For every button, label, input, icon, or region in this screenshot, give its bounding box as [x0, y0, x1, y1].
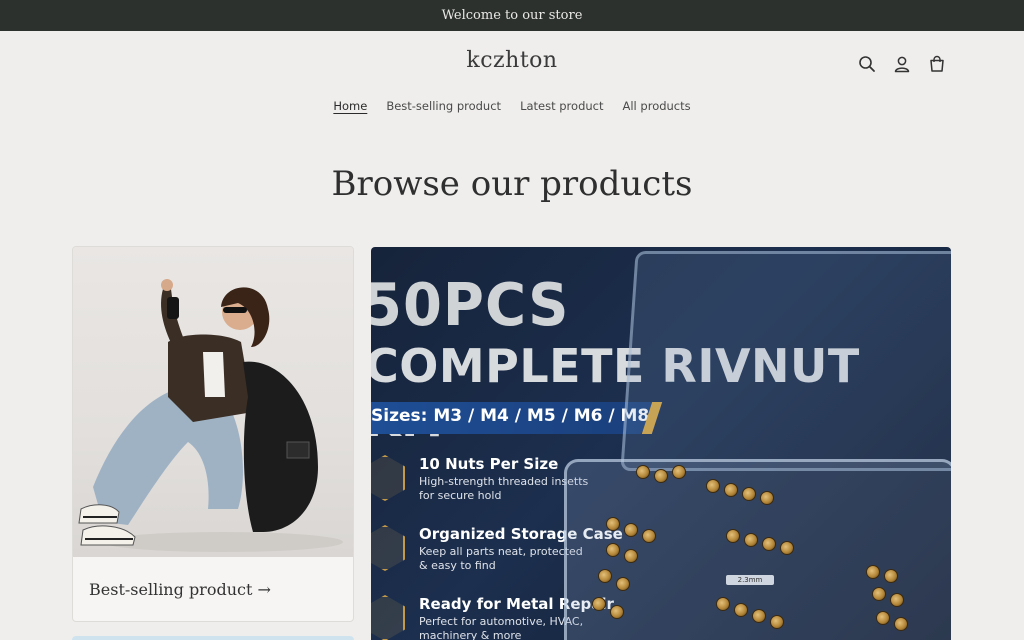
- banner-headline-count: 50PCS: [371, 271, 570, 340]
- rivnut: [610, 605, 624, 619]
- shield-icon: [371, 595, 405, 640]
- announcement-bar: Welcome to our store: [0, 0, 1024, 31]
- rivnut: [726, 529, 740, 543]
- rivnut: [744, 533, 758, 547]
- rivnut: [624, 549, 638, 563]
- collection-photo: [73, 247, 353, 557]
- rivnut: [606, 517, 620, 531]
- rivnut: [672, 465, 686, 479]
- rivnut: [770, 615, 784, 629]
- rivnut: [890, 593, 904, 607]
- nav-item-all-products[interactable]: All products: [623, 99, 691, 113]
- rivnut: [876, 611, 890, 625]
- nav-item-home[interactable]: Home: [333, 99, 367, 113]
- rivnut: [742, 487, 756, 501]
- rivnut: [642, 529, 656, 543]
- product-banner[interactable]: 50PCS COMPLETE RIVNUT KIT Sizes: M3 / M4…: [371, 247, 951, 640]
- rivnut: [654, 469, 668, 483]
- rivnut: [706, 479, 720, 493]
- rivnut: [616, 577, 630, 591]
- collection-card-label[interactable]: Best-selling product →: [89, 580, 271, 599]
- feature-title: 10 Nuts Per Size: [419, 455, 559, 473]
- rivnut: [752, 609, 766, 623]
- rivnut: [598, 569, 612, 583]
- rivnut: [780, 541, 794, 555]
- nav-item-best-selling[interactable]: Best-selling product: [386, 99, 501, 113]
- header-icons: [856, 53, 948, 75]
- rivnut: [762, 537, 776, 551]
- case-size-label: 2.3mm: [726, 575, 774, 585]
- search-icon[interactable]: [856, 53, 878, 75]
- cart-icon[interactable]: [926, 53, 948, 75]
- nav-item-latest[interactable]: Latest product: [520, 99, 603, 113]
- rivnut-case-image: 2.3mm: [564, 247, 951, 640]
- case-icon: [371, 525, 405, 571]
- rivnut: [760, 491, 774, 505]
- collection-card-best-selling[interactable]: Best-selling product →: [72, 246, 354, 622]
- rivnut: [872, 587, 886, 601]
- model-illustration: [78, 279, 343, 552]
- rivnut: [894, 617, 908, 631]
- announcement-text: Welcome to our store: [441, 8, 583, 23]
- rivnut: [724, 483, 738, 497]
- nut-icon: [371, 455, 405, 501]
- rivnut: [636, 465, 650, 479]
- page-heading: Browse our products: [331, 164, 693, 204]
- rivnut: [716, 597, 730, 611]
- main-nav: Home Best-selling product Latest product…: [0, 99, 1024, 113]
- rivnut: [606, 543, 620, 557]
- account-icon[interactable]: [891, 53, 913, 75]
- rivnut: [734, 603, 748, 617]
- rivnut: [592, 597, 606, 611]
- rivnut: [866, 565, 880, 579]
- case-lid: [620, 251, 951, 471]
- rivnut: [884, 569, 898, 583]
- rivnut: [624, 523, 638, 537]
- collection-card-next[interactable]: [72, 636, 354, 640]
